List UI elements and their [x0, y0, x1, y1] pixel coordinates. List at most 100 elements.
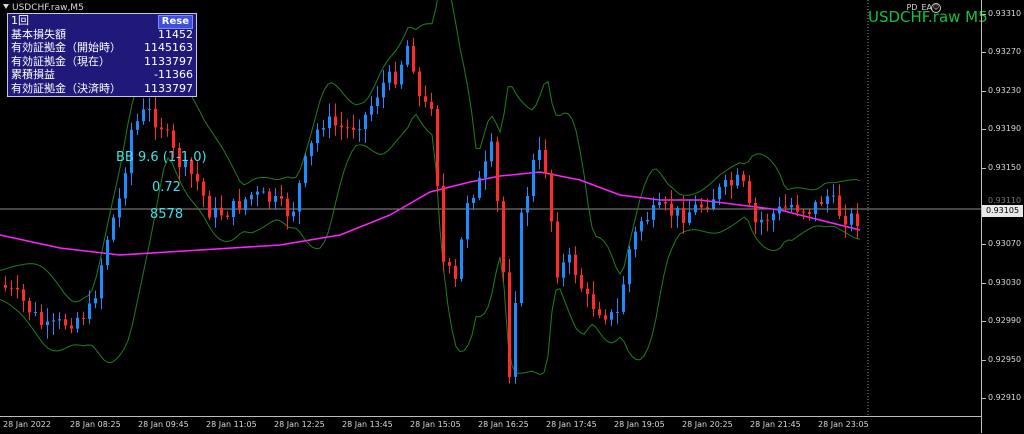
time-label: 28 Jan 23:05 — [818, 420, 869, 429]
candle-body — [826, 196, 829, 205]
time-label: 28 Jan 12:25 — [274, 420, 325, 429]
candle-body — [238, 201, 241, 210]
price-tick — [982, 168, 986, 169]
candle-body — [16, 287, 19, 290]
candle-body — [838, 195, 841, 216]
time-label: 28 Jan 15:05 — [410, 420, 461, 429]
candle-body — [664, 202, 667, 204]
candle-body — [586, 288, 589, 295]
bb-indicator-label: BB 9.6 (1-1.0) — [116, 150, 207, 165]
candle-body — [352, 127, 355, 130]
candle-body — [334, 116, 337, 126]
candle-body — [70, 325, 73, 329]
candle-body — [394, 71, 397, 85]
candle-body — [76, 317, 79, 329]
price-tick — [982, 321, 986, 322]
candle-body — [40, 312, 43, 326]
info-row: 基本損失額 11452 — [8, 28, 196, 42]
candle-body — [106, 239, 109, 266]
candle-body — [646, 219, 649, 222]
candle-body — [694, 204, 697, 213]
candle-body — [562, 262, 565, 278]
candle-body — [832, 195, 835, 197]
price-axis[interactable]: 0.93310 0.93270 0.93230 0.93190 0.93150 … — [981, 0, 1024, 433]
candle-body — [10, 287, 13, 289]
candle-body — [430, 101, 433, 109]
time-axis[interactable]: 28 Jan 2022 28 Jan 08:25 28 Jan 09:45 28… — [0, 416, 981, 434]
info-row: 有効証拠金（決済時） 1133797 — [8, 82, 196, 96]
candle-body — [382, 82, 385, 98]
candle-body — [550, 173, 553, 222]
time-label: 28 Jan 20:25 — [682, 420, 733, 429]
candle-body — [166, 129, 169, 131]
candle-body — [322, 128, 325, 130]
candle-body — [148, 108, 151, 110]
candle-body — [298, 183, 301, 212]
candle-body — [670, 203, 673, 216]
candle-body — [46, 321, 49, 326]
candle-body — [496, 141, 499, 202]
candle-body — [808, 212, 811, 215]
info-value: -11366 — [154, 68, 193, 82]
candle-body — [790, 204, 793, 208]
chevron-down-icon[interactable] — [3, 4, 9, 9]
candle-body — [466, 203, 469, 240]
info-label: 有効証拠金（現在） — [11, 54, 110, 68]
candle-body — [796, 204, 799, 212]
candle-body — [448, 261, 451, 266]
candle-body — [814, 202, 817, 215]
candle-body — [724, 180, 727, 187]
candle-body — [760, 219, 763, 223]
price-tick — [982, 360, 986, 361]
candle-body — [274, 196, 277, 202]
candle-body — [508, 272, 511, 377]
price-label: 0.93230 — [988, 86, 1022, 95]
candle-body — [34, 312, 37, 313]
candle-body — [748, 181, 751, 203]
info-row: 有効証拠金（現在） 1133797 — [8, 55, 196, 69]
info-row: 累積損益 -11366 — [8, 68, 196, 82]
chart-title-text: USDCHF.raw,M5 — [12, 3, 84, 13]
candle-body — [844, 215, 847, 225]
price-label: 0.93030 — [988, 278, 1022, 287]
info-panel: 1回 Rese 基本損失額 11452 有効証拠金（開始時） 1145163 有… — [7, 13, 197, 97]
candle-body — [154, 108, 157, 128]
candle-body — [412, 45, 415, 72]
candle-body — [286, 198, 289, 217]
candle-body — [784, 206, 787, 208]
candle-body — [712, 199, 715, 209]
chart-window[interactable]: USDCHF.raw,M5 PD_EA ☺ USDCHF.raw M5 1回 R… — [0, 0, 1024, 433]
candle-body — [172, 130, 175, 148]
time-label: 28 Jan 13:45 — [342, 420, 393, 429]
time-label: 28 Jan 09:45 — [138, 420, 189, 429]
candle-body — [124, 173, 127, 199]
symbol-watermark: USDCHF.raw M5 — [868, 8, 988, 26]
candle-body — [418, 71, 421, 97]
info-label: 基本損失額 — [11, 27, 66, 41]
candle-body — [370, 106, 373, 115]
candle-body — [472, 197, 475, 203]
candle-body — [142, 109, 145, 122]
price-label: 0.93190 — [988, 124, 1022, 133]
info-value: 11452 — [158, 27, 193, 41]
candle-body — [520, 212, 523, 304]
price-tick — [982, 91, 986, 92]
candle-body — [592, 294, 595, 310]
candle-body — [202, 181, 205, 196]
candle-body — [268, 191, 271, 202]
candle-body — [136, 121, 139, 130]
candle-body — [658, 202, 661, 205]
candle-body — [22, 289, 25, 301]
candle-body — [688, 212, 691, 223]
candle-body — [502, 201, 505, 273]
candle-body — [742, 174, 745, 182]
candle-body — [400, 64, 403, 85]
candle-body — [358, 129, 361, 131]
candle-body — [112, 217, 115, 240]
candle-body — [736, 174, 739, 186]
candle-body — [850, 213, 853, 225]
candle-body — [442, 185, 445, 262]
info-row: 1回 Rese — [8, 14, 196, 29]
time-label: 28 Jan 08:25 — [70, 420, 121, 429]
candle-body — [580, 275, 583, 289]
